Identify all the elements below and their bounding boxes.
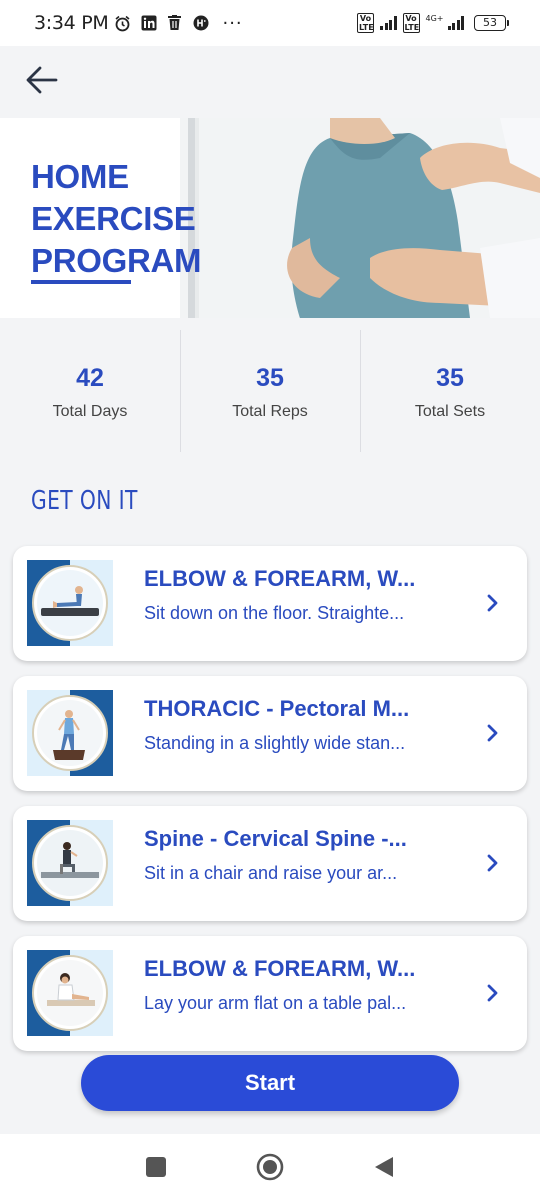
exercise-title: Spine - Cervical Spine -... — [144, 826, 407, 851]
stat-total-reps: 35 Total Reps — [180, 330, 360, 452]
exercise-thumbnail — [27, 560, 113, 646]
exercise-description: Sit in a chair and raise your ar... — [144, 863, 398, 883]
battery-icon: 53 — [474, 15, 509, 31]
volte-badge: Vo LTE — [402, 13, 420, 33]
exercise-card[interactable]: Spine - Cervical Spine -... Sit in a cha… — [13, 806, 527, 921]
recents-icon[interactable] — [145, 1156, 167, 1178]
chevron-right-icon — [487, 594, 498, 612]
chevron-right-icon — [487, 984, 498, 1002]
stat-label: Total Days — [52, 403, 128, 420]
linkedin-icon — [140, 15, 157, 32]
exercise-list: ELBOW & FOREARM, W... Sit down on the fl… — [13, 546, 527, 1066]
exercise-title: ELBOW & FOREARM, W... — [144, 566, 416, 591]
exercise-card[interactable]: ELBOW & FOREARM, W... Lay your arm flat … — [13, 936, 527, 1051]
program-stats: 42 Total Days 35 Total Reps 35 Total Set… — [0, 330, 540, 452]
trash-icon — [166, 15, 183, 32]
volte-badge: Vo LTE — [357, 13, 374, 33]
back-arrow-icon — [26, 66, 58, 94]
chevron-right-icon — [487, 724, 498, 742]
hero-banner: HOME EXERCISE PROGRAM — [0, 118, 540, 318]
system-icons: Vo LTE Vo LTE 4G+ 53 — [357, 13, 509, 33]
exercise-title: THORACIC - Pectoral M... — [144, 696, 410, 721]
exercise-description: Lay your arm flat on a table pal... — [144, 993, 407, 1013]
notification-icons: ··· — [114, 13, 242, 34]
start-button[interactable]: Start — [81, 1055, 459, 1111]
stat-label: Total Sets — [414, 403, 486, 420]
exercise-thumbnail — [27, 820, 113, 906]
exercise-description: Sit down on the floor. Straighte... — [144, 603, 405, 623]
signal-icon — [447, 16, 464, 30]
page-title: HOME EXERCISE PROGRAM — [31, 158, 202, 279]
back-button[interactable] — [22, 60, 62, 100]
status-time: 3:34 PM — [34, 12, 109, 34]
stat-label: Total Reps — [232, 403, 308, 420]
exercise-thumbnail — [27, 690, 113, 776]
status-bar: 3:34 PM ··· Vo LTE Vo LTE 4G+ 53 — [0, 0, 540, 46]
exercise-card[interactable]: THORACIC - Pectoral M... Standing in a s… — [13, 676, 527, 791]
section-title: GET ON IT — [31, 486, 138, 516]
stat-value: 35 — [256, 364, 284, 392]
physiotherapy-illustration — [180, 118, 540, 318]
exercise-card[interactable]: ELBOW & FOREARM, W... Sit down on the fl… — [13, 546, 527, 661]
network-type: 4G+ — [425, 13, 444, 23]
exercise-title: ELBOW & FOREARM, W... — [144, 956, 416, 981]
exercise-thumbnail — [27, 950, 113, 1036]
system-nav-bar — [0, 1134, 540, 1200]
home-icon[interactable] — [255, 1152, 285, 1182]
stat-value: 42 — [76, 364, 104, 392]
title-underline — [31, 280, 131, 284]
stat-total-sets: 35 Total Sets — [360, 330, 540, 452]
stat-total-days: 42 Total Days — [0, 330, 180, 452]
exercise-description: Standing in a slightly wide stan... — [144, 733, 406, 753]
chevron-right-icon — [487, 854, 498, 872]
signal-icon — [380, 16, 397, 30]
stat-value: 35 — [436, 364, 464, 392]
alarm-icon — [114, 15, 131, 32]
back-nav-icon[interactable] — [373, 1155, 395, 1179]
app-icon — [192, 15, 209, 32]
more-notifications: ··· — [222, 12, 243, 34]
